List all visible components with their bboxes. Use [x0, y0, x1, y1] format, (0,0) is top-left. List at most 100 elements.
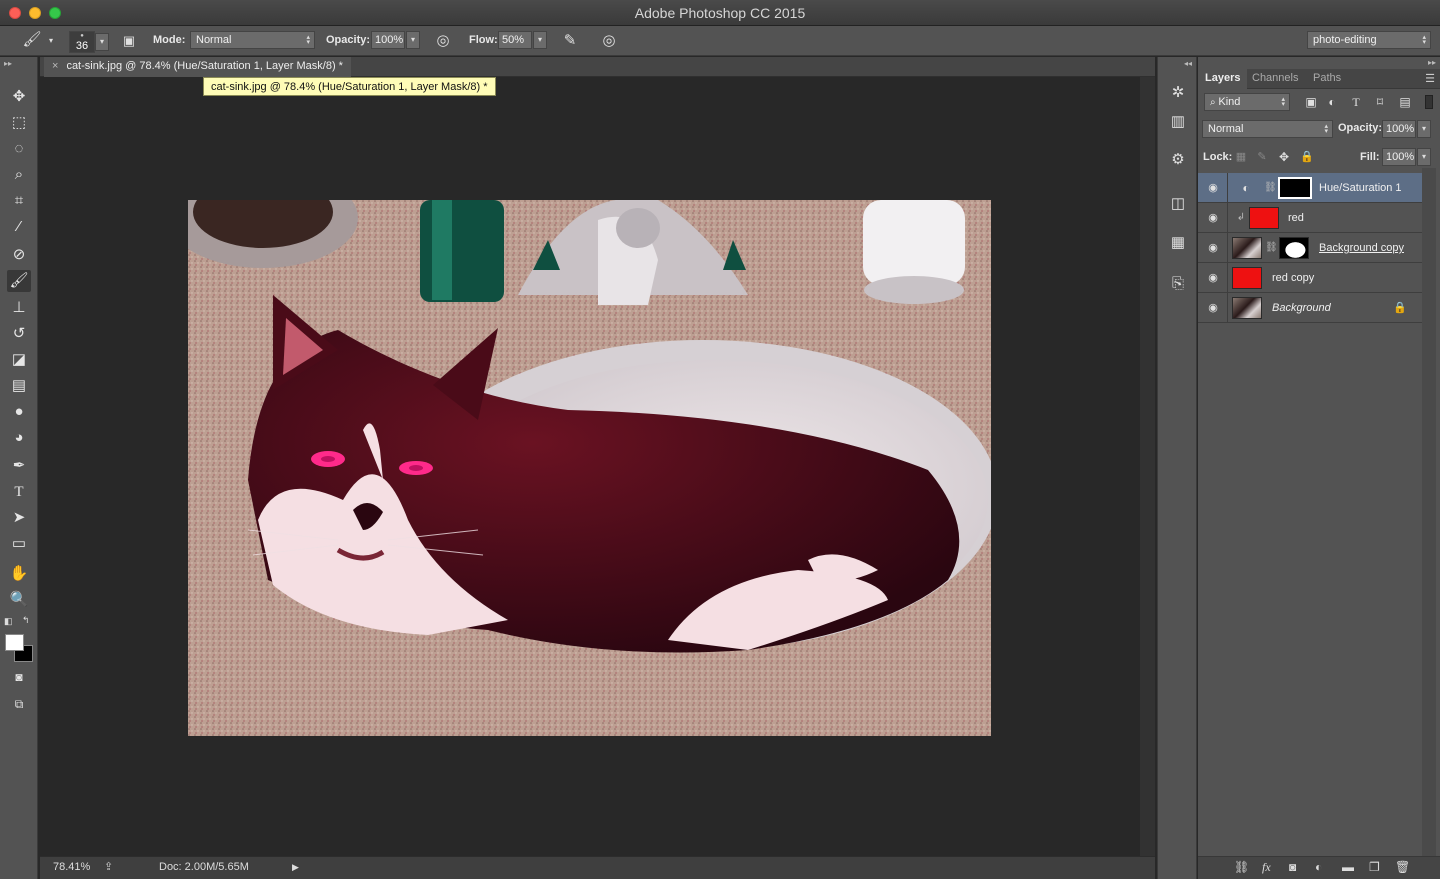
expand-panels-icon[interactable]: ◂◂ — [1184, 59, 1192, 68]
collapse-panel-icon[interactable]: ▸▸ — [1428, 58, 1436, 67]
layer-row-red-copy[interactable]: ◉ red copy — [1198, 263, 1422, 293]
chevron-down-icon[interactable]: ▾ — [46, 32, 56, 50]
tab-paths[interactable]: Paths — [1306, 69, 1348, 89]
lasso-tool-icon[interactable]: ◌ — [7, 138, 31, 160]
new-group-icon[interactable]: ▬ — [1342, 860, 1354, 874]
adjustments-icon[interactable]: ◫ — [1166, 193, 1190, 215]
pressure-size-icon[interactable]: ◎ — [598, 32, 620, 50]
zoom-level[interactable]: 78.41% — [53, 861, 90, 873]
fill-input[interactable]: 100% — [1382, 148, 1416, 166]
layer-name[interactable]: red — [1288, 212, 1304, 224]
mask-link-icon[interactable]: ⛓ — [1265, 239, 1278, 257]
eye-icon[interactable]: ◉ — [1206, 241, 1220, 255]
lock-pixels-icon[interactable]: ✎ — [1255, 148, 1269, 166]
filter-shape-icon[interactable]: ⌑ — [1371, 93, 1389, 111]
dodge-tool-icon[interactable]: ◕ — [7, 427, 31, 449]
pressure-opacity-icon[interactable]: ◎ — [432, 32, 454, 50]
quick-selection-tool-icon[interactable]: ⌕ — [7, 164, 31, 186]
brush-size-dropdown[interactable]: ▾ — [95, 33, 109, 51]
workspace-select[interactable]: photo-editing ▴ ▾ — [1307, 31, 1431, 49]
default-colors-icon[interactable]: ◧ — [4, 616, 13, 627]
layers-scrollbar[interactable] — [1422, 168, 1436, 856]
brush-tool-icon[interactable]: 🖌 — [7, 270, 31, 292]
status-menu-arrow-icon[interactable]: ▶ — [292, 862, 299, 873]
document-tab[interactable]: × cat-sink.jpg @ 78.4% (Hue/Saturation 1,… — [44, 57, 351, 77]
eyedropper-tool-icon[interactable]: ⁄ — [7, 216, 31, 238]
layer-mask-thumbnail[interactable] — [1279, 237, 1309, 259]
filter-kind-select[interactable]: ⌕ Kind ▴ ▾ — [1204, 93, 1290, 111]
styles-icon[interactable]: ▦ — [1166, 232, 1190, 254]
blur-tool-icon[interactable]: ● — [7, 401, 31, 423]
layer-opacity-dropdown[interactable]: ▾ — [1417, 120, 1431, 138]
tab-channels[interactable]: Channels — [1245, 69, 1305, 89]
type-tool-icon[interactable]: T — [7, 481, 31, 503]
histogram-icon[interactable]: ▥ — [1166, 111, 1190, 133]
move-tool-icon[interactable]: ✥ — [7, 86, 31, 108]
screen-mode-icon[interactable]: ⧉ — [7, 693, 31, 715]
filter-type-icon[interactable]: T — [1347, 93, 1365, 111]
delete-layer-icon[interactable]: 🗑 — [1395, 860, 1410, 874]
filter-pixel-icon[interactable]: ▣ — [1302, 93, 1320, 111]
mode-select[interactable]: Normal ▴ ▾ — [190, 31, 315, 49]
link-layers-icon[interactable]: ⛓ — [1234, 860, 1249, 874]
layer-row-hue-saturation[interactable]: ◉ ◐ ⛓ Hue/Saturation 1 — [1198, 173, 1422, 203]
lock-transparency-icon[interactable]: ▦ — [1234, 148, 1248, 166]
pen-tool-icon[interactable]: ✒ — [7, 455, 31, 477]
blend-mode-select[interactable]: Normal ▴ ▾ — [1202, 120, 1333, 138]
eye-icon[interactable]: ◉ — [1206, 211, 1220, 225]
layer-thumbnail[interactable] — [1232, 267, 1262, 289]
fill-dropdown[interactable]: ▾ — [1417, 148, 1431, 166]
tab-layers[interactable]: Layers — [1198, 69, 1248, 89]
add-mask-icon[interactable]: ◙ — [1289, 860, 1296, 874]
layer-row-background[interactable]: ◉ Background 🔒 — [1198, 293, 1422, 323]
eye-icon[interactable]: ◉ — [1206, 301, 1220, 315]
rectangle-tool-icon[interactable]: ▭ — [7, 533, 31, 555]
share-icon[interactable]: ⇪ — [104, 860, 113, 873]
history-brush-tool-icon[interactable]: ↺ — [7, 323, 31, 345]
marquee-tool-icon[interactable]: ⬚ — [7, 112, 31, 134]
brush-panel-toggle-icon[interactable]: ▣ — [118, 32, 140, 50]
foreground-color-swatch[interactable] — [5, 634, 24, 651]
flow-dropdown[interactable]: ▾ — [533, 31, 547, 49]
opacity-input[interactable]: 100% — [371, 31, 405, 49]
hand-tool-icon[interactable]: ✋ — [7, 563, 31, 585]
layer-row-background-copy[interactable]: ◉ ⛓ Background copy — [1198, 233, 1422, 263]
mask-link-icon[interactable]: ⛓ — [1264, 179, 1277, 197]
new-layer-icon[interactable]: ❐ — [1369, 860, 1380, 874]
eraser-tool-icon[interactable]: ◪ — [7, 349, 31, 371]
flow-input[interactable]: 50% — [498, 31, 532, 49]
filter-toggle[interactable] — [1425, 95, 1433, 109]
filter-adjustment-icon[interactable]: ◐ — [1323, 93, 1341, 111]
new-adjustment-layer-icon[interactable]: ◐ — [1315, 860, 1322, 874]
layer-name[interactable]: red copy — [1272, 272, 1314, 284]
opacity-dropdown[interactable]: ▾ — [406, 31, 420, 49]
layer-name[interactable]: Background — [1272, 302, 1331, 314]
layer-thumbnail[interactable] — [1232, 237, 1262, 259]
filter-smart-object-icon[interactable]: ▤ — [1396, 93, 1414, 111]
healing-brush-tool-icon[interactable]: ⊘ — [7, 244, 31, 266]
swap-colors-icon[interactable]: ↰ — [22, 615, 30, 626]
layer-thumbnail[interactable] — [1232, 297, 1262, 319]
layer-row-red[interactable]: ◉ ↲ red — [1198, 203, 1422, 233]
airbrush-icon[interactable]: ✎ — [559, 32, 581, 50]
history-icon[interactable]: ⎘ — [1166, 273, 1190, 295]
lock-position-icon[interactable]: ✥ — [1277, 148, 1291, 166]
eye-icon[interactable]: ◉ — [1206, 271, 1220, 285]
layer-mask-thumbnail[interactable] — [1278, 177, 1312, 199]
layer-name[interactable]: Hue/Saturation 1 — [1319, 182, 1402, 194]
lock-all-icon[interactable]: 🔒 — [1300, 148, 1314, 166]
crop-tool-icon[interactable]: ⌗ — [7, 190, 31, 212]
collapse-tools-icon[interactable]: ▸▸ — [4, 59, 12, 68]
path-selection-tool-icon[interactable]: ➤ — [7, 507, 31, 529]
zoom-tool-icon[interactable]: 🔍 — [7, 589, 31, 611]
gradient-tool-icon[interactable]: ▤ — [7, 375, 31, 397]
canvas-vertical-scrollbar[interactable] — [1140, 77, 1155, 856]
brush-tool-preset-icon[interactable]: 🖌 — [20, 31, 44, 49]
panel-menu-icon[interactable]: ☰ — [1425, 72, 1435, 85]
layer-opacity-input[interactable]: 100% — [1382, 120, 1416, 138]
brush-size-preview[interactable]: ● 36 — [69, 31, 95, 53]
layer-name[interactable]: Background copy — [1319, 242, 1404, 254]
layer-thumbnail[interactable] — [1249, 207, 1279, 229]
clone-stamp-tool-icon[interactable]: ⊥ — [7, 297, 31, 319]
layer-style-icon[interactable]: fx — [1262, 860, 1271, 875]
